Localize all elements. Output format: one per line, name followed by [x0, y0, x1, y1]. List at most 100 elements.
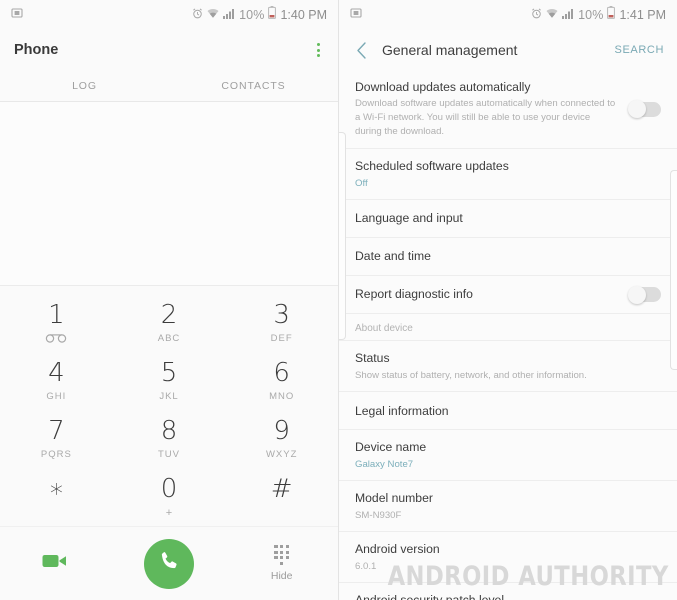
- section-header-about-device: About device: [339, 314, 677, 342]
- dialpad-row: 1 2 ABC 3 DEF: [0, 294, 338, 352]
- setting-row-language-and-input[interactable]: Language and input: [339, 200, 677, 239]
- dialpad-row: 4 GHI 5 JKL 6 MNO: [0, 352, 338, 410]
- row-value: Off: [355, 177, 368, 189]
- dialpad-key-digit: 1: [48, 300, 65, 330]
- voicemail-icon: [45, 333, 67, 344]
- row-title: Download updates automatically: [355, 80, 531, 94]
- signal-bars-icon: [562, 6, 574, 24]
- settings-app-bar: General management SEARCH: [339, 30, 677, 70]
- more-vertical-icon[interactable]: [313, 39, 324, 61]
- dialpad-key-9[interactable]: 9 WXYZ: [225, 410, 338, 468]
- row-title: Language and input: [355, 211, 463, 226]
- chevron-left-icon[interactable]: [352, 41, 370, 59]
- setting-row-download-updates[interactable]: Download updates automatically Download …: [339, 70, 677, 150]
- screenshot-icon: [350, 6, 362, 24]
- dialpad-key-letters: GHI: [46, 391, 67, 402]
- toggle-download-updates[interactable]: [628, 100, 661, 119]
- battery-low-icon: [607, 6, 616, 24]
- status-bar-left: [11, 6, 23, 24]
- phone-tabbar: LOG CONTACTS: [0, 70, 338, 102]
- page-title: Phone: [14, 42, 59, 58]
- screenshot-icon: [11, 6, 23, 24]
- row-text: Device name Galaxy Note7: [355, 439, 661, 471]
- setting-row-device-name[interactable]: Device name Galaxy Note7: [339, 430, 677, 482]
- dialpad-key-letters: PQRS: [40, 449, 72, 460]
- dialpad-key-0[interactable]: 0 +: [113, 468, 226, 526]
- setting-row-android-version[interactable]: Android version 6.0.1: [339, 532, 677, 584]
- dual-screenshot-container: 10% 1:40 PM Phone LOG CONTACTS 1 2 ABC 3…: [0, 0, 677, 600]
- dialpad-key-4[interactable]: 4 GHI: [0, 352, 113, 410]
- dialpad-key-digit: 7: [48, 416, 65, 446]
- clock-label: 1:40 PM: [280, 8, 327, 22]
- page-title: General management: [382, 42, 518, 58]
- dialpad-key-letters: ABC: [157, 333, 181, 344]
- setting-row-status[interactable]: Status Show status of battery, network, …: [339, 341, 677, 393]
- call-fab[interactable]: [144, 538, 194, 589]
- dialpad-key-7[interactable]: 7 PQRS: [0, 410, 113, 468]
- row-text: Download updates automatically Download …: [355, 79, 619, 139]
- row-value: Galaxy Note7: [355, 458, 414, 470]
- dialpad-key-letters: +: [165, 507, 173, 519]
- dialpad-row: 7 PQRS 8 TUV 9 WXYZ: [0, 410, 338, 468]
- dialpad-key-letters: MNO: [269, 391, 295, 402]
- row-text: Status Show status of battery, network, …: [355, 350, 661, 382]
- dialpad: 1 2 ABC 3 DEF 4 GHI 5 JKL 6 MNO 7 PQRS 8…: [0, 285, 338, 526]
- tab-contacts[interactable]: CONTACTS: [169, 80, 338, 92]
- row-title: Date and time: [355, 249, 431, 264]
- dialpad-key-digit: 9: [273, 416, 290, 446]
- status-bar-right: 10% 1:41 PM: [531, 6, 666, 24]
- setting-row-scheduled-updates[interactable]: Scheduled software updates Off: [339, 149, 677, 201]
- row-description: Show status of battery, network, and oth…: [355, 369, 587, 381]
- settings-status-bar: 10% 1:41 PM: [339, 0, 677, 30]
- search-button[interactable]: SEARCH: [615, 44, 664, 56]
- dialpad-key-6[interactable]: 6 MNO: [225, 352, 338, 410]
- dialpad-key-1[interactable]: 1: [0, 294, 113, 352]
- call-button[interactable]: [113, 538, 226, 589]
- hide-dialpad-button[interactable]: Hide: [225, 544, 338, 582]
- number-display-area[interactable]: [0, 102, 338, 285]
- dialpad-key-digit: ∗: [48, 474, 65, 504]
- dialpad-key-letters: TUV: [158, 449, 180, 460]
- dialpad-key-digit: 0: [160, 474, 178, 504]
- row-text: Scheduled software updates Off: [355, 158, 661, 190]
- wifi-icon: [546, 6, 558, 24]
- row-text: Date and time: [355, 248, 661, 264]
- setting-row-model-number[interactable]: Model number SM-N930F: [339, 481, 677, 533]
- row-text: Report diagnostic info: [355, 286, 619, 302]
- toggle-report-diagnostic-info[interactable]: [628, 285, 661, 304]
- setting-row-report-diagnostic-info[interactable]: Report diagnostic info: [339, 276, 677, 315]
- setting-row-legal-information[interactable]: Legal information: [339, 392, 677, 431]
- dialpad-key-digit: #: [270, 474, 293, 504]
- settings-screen: 10% 1:41 PM General management SEARCH Do…: [339, 0, 677, 600]
- row-title: Status: [355, 351, 390, 366]
- dialpad-key-3[interactable]: 3 DEF: [225, 294, 338, 352]
- tab-log[interactable]: LOG: [0, 80, 169, 92]
- dialpad-key-star[interactable]: ∗: [0, 468, 113, 526]
- dialpad-key-digit: 8: [160, 416, 178, 446]
- dialpad-row: ∗ 0 + #: [0, 468, 338, 526]
- dialpad-key-letters: DEF: [270, 333, 293, 344]
- dialpad-dots-icon: [274, 544, 289, 566]
- setting-row-android-security-patch-level[interactable]: Android security patch level July 1, 201…: [339, 583, 677, 600]
- dialpad-key-hash[interactable]: #: [225, 468, 338, 526]
- clock-label: 1:41 PM: [619, 8, 666, 22]
- setting-row-date-and-time[interactable]: Date and time: [339, 238, 677, 277]
- scrollbar-vertical[interactable]: [670, 170, 677, 370]
- video-call-button[interactable]: [0, 552, 113, 575]
- video-camera-icon: [42, 552, 70, 575]
- dialpad-key-digit: 2: [160, 300, 178, 330]
- dialpad-key-8[interactable]: 8 TUV: [113, 410, 226, 468]
- phone-status-bar: 10% 1:40 PM: [0, 0, 338, 30]
- alarm-icon: [531, 6, 542, 24]
- dialpad-key-2[interactable]: 2 ABC: [113, 294, 226, 352]
- dialpad-key-digit: 5: [160, 358, 178, 388]
- alarm-icon: [192, 6, 203, 24]
- battery-percent-label: 10%: [578, 8, 604, 22]
- row-value: 6.0.1: [355, 560, 377, 572]
- row-value: SM-N930F: [355, 509, 402, 521]
- dialpad-key-digit: 6: [273, 358, 290, 388]
- dialpad-key-5[interactable]: 5 JKL: [113, 352, 226, 410]
- phone-handset-icon: [157, 549, 182, 579]
- dialpad-key-letters: WXYZ: [265, 449, 298, 460]
- row-text: Legal information: [355, 403, 661, 419]
